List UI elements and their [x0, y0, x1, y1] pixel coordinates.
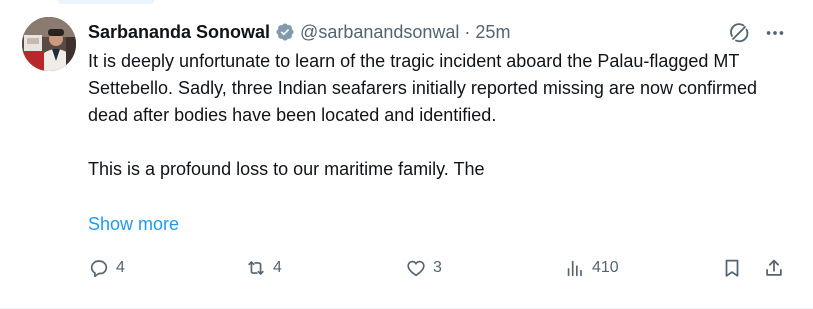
more-icon[interactable] — [764, 22, 786, 44]
reply-count: 4 — [116, 259, 125, 276]
avatar-image — [22, 17, 76, 71]
like-icon — [405, 257, 427, 279]
reply-button[interactable]: 4 — [88, 255, 125, 281]
author-handle[interactable]: @sarbanandsonwal — [300, 22, 459, 43]
repost-button[interactable]: 4 — [245, 255, 282, 281]
bookmark-button[interactable] — [721, 255, 743, 281]
views-icon — [564, 257, 586, 279]
like-count: 3 — [433, 259, 442, 276]
top-tab-sliver — [58, 0, 154, 4]
verified-badge-icon[interactable] — [275, 22, 295, 42]
views-count: 410 — [592, 259, 619, 276]
repost-icon — [245, 257, 267, 279]
repost-count: 4 — [273, 259, 282, 276]
tweet-paragraph: This is a profound loss to our maritime … — [88, 159, 485, 179]
avatar[interactable] — [22, 17, 76, 71]
tweet-paragraph: It is deeply unfortunate to learn of the… — [88, 51, 758, 125]
bookmark-icon — [721, 257, 743, 279]
top-edge — [0, 0, 813, 4]
tweet-header: Sarbananda Sonowal @sarbanandsonwal · 25… — [88, 19, 510, 45]
show-more-link[interactable]: Show more — [88, 211, 179, 237]
grok-icon[interactable] — [727, 21, 751, 45]
views-button[interactable]: 410 — [564, 255, 619, 281]
tweet-text: It is deeply unfortunate to learn of the… — [88, 48, 778, 183]
like-button[interactable]: 3 — [405, 255, 442, 281]
author-name[interactable]: Sarbananda Sonowal — [88, 22, 270, 43]
share-button[interactable] — [763, 255, 785, 281]
timestamp[interactable]: 25m — [475, 22, 510, 43]
separator-dot: · — [464, 21, 471, 42]
reply-icon — [88, 257, 110, 279]
share-icon — [763, 257, 785, 279]
